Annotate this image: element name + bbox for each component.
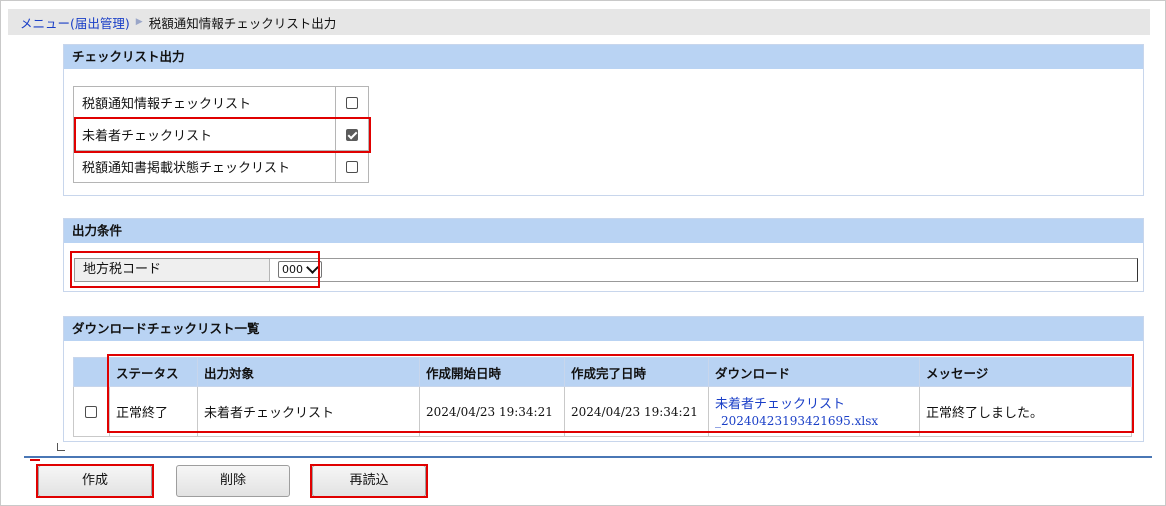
checklist-item-label: 税額通知書掲載状態チェックリスト xyxy=(73,150,336,183)
local-tax-code-row: 地方税コード 000 xyxy=(74,258,1138,282)
column-header-download: ダウンロード xyxy=(708,357,920,387)
download-link-line1[interactable]: 未着者チェックリスト xyxy=(715,397,845,412)
reload-button[interactable]: 再読込 xyxy=(312,465,426,497)
row-start-datetime: 2024/04/23 19:34:21 xyxy=(419,386,565,437)
red-mark xyxy=(30,459,40,461)
column-header-target: 出力対象 xyxy=(197,357,420,387)
table-header-row: ステータス 出力対象 作成開始日時 作成完了日時 ダウンロード メッセージ xyxy=(73,357,1132,387)
checklist-row: 税額通知情報チェックリスト xyxy=(73,86,369,119)
breadcrumb: メニュー(届出管理) ▶ 税額通知情報チェックリスト出力 xyxy=(8,9,1150,35)
column-header-start: 作成開始日時 xyxy=(419,357,565,387)
download-list-header: ダウンロードチェックリスト一覧 xyxy=(64,317,1143,341)
column-header-end: 作成完了日時 xyxy=(564,357,709,387)
breadcrumb-menu-link[interactable]: メニュー(届出管理) xyxy=(20,13,130,32)
row-message: 正常終了しました。 xyxy=(919,386,1132,437)
output-conditions-header: 出力条件 xyxy=(64,219,1143,243)
checklist-item-checkbox[interactable] xyxy=(346,128,358,141)
breadcrumb-separator-icon: ▶ xyxy=(135,17,143,27)
checklist-row: 未着者チェックリスト xyxy=(73,118,369,151)
column-header-status: ステータス xyxy=(109,357,198,387)
checklist-row: 税額通知書掲載状態チェックリスト xyxy=(73,150,369,183)
bottom-divider xyxy=(24,456,1152,458)
checklist-item-checkbox[interactable] xyxy=(346,160,358,173)
checklist-item-label: 税額通知情報チェックリスト xyxy=(73,86,336,119)
row-status: 正常終了 xyxy=(109,386,198,437)
row-target: 未着者チェックリスト xyxy=(197,386,420,437)
chevron-down-icon xyxy=(306,261,319,274)
create-button[interactable]: 作成 xyxy=(38,465,152,497)
breadcrumb-current: 税額通知情報チェックリスト出力 xyxy=(148,15,337,31)
row-download-link[interactable]: 未着者チェックリスト _20240423193421695.xlsx xyxy=(708,386,920,437)
local-tax-code-select[interactable]: 000 xyxy=(278,261,322,278)
local-tax-code-label: 地方税コード xyxy=(75,259,270,281)
row-end-datetime: 2024/04/23 19:34:21 xyxy=(564,386,709,437)
download-link-line2[interactable]: _20240423193421695.xlsx xyxy=(715,414,878,428)
column-header-message: メッセージ xyxy=(919,357,1132,387)
download-list-table: ステータス 出力対象 作成開始日時 作成完了日時 ダウンロード メッセージ 正常… xyxy=(73,357,1132,437)
resize-corner xyxy=(57,443,65,451)
local-tax-code-value: 000 xyxy=(282,263,303,276)
row-select-checkbox[interactable] xyxy=(85,405,97,418)
table-row: 正常終了 未着者チェックリスト 2024/04/23 19:34:21 2024… xyxy=(73,386,1132,437)
select-column-header xyxy=(73,357,110,387)
checklist-item-checkbox[interactable] xyxy=(346,96,358,109)
checklist-table: 税額通知情報チェックリスト 未着者チェックリスト 税額通知書掲載状態チェックリス… xyxy=(73,86,369,183)
checklist-output-header: チェックリスト出力 xyxy=(64,45,1143,69)
checklist-item-label: 未着者チェックリスト xyxy=(73,118,336,151)
delete-button[interactable]: 削除 xyxy=(176,465,290,497)
